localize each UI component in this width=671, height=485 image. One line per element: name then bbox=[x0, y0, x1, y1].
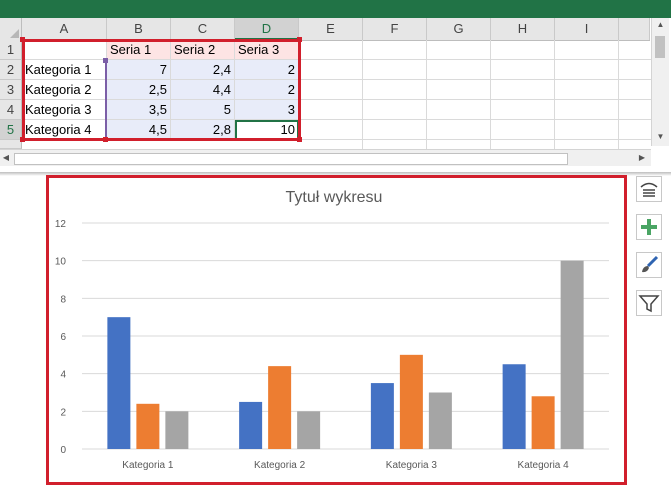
x-category-label: Kategoria 4 bbox=[518, 460, 570, 471]
row-header-2[interactable]: 2 bbox=[0, 60, 22, 80]
cell-a4[interactable]: Kategoria 3 bbox=[22, 100, 107, 120]
cell-a1[interactable] bbox=[22, 40, 107, 60]
y-tick-label: 2 bbox=[60, 407, 66, 418]
chart-elements-icon bbox=[641, 219, 657, 235]
horizontal-scroll-thumb[interactable] bbox=[14, 153, 568, 165]
series-handle-bottom[interactable] bbox=[103, 137, 108, 142]
x-category-label: Kategoria 1 bbox=[122, 460, 174, 471]
bar-chart[interactable]: Tytuł wykresu 0 2 4 6 8 10 12 Kategoria 1 Katego… bbox=[49, 178, 624, 480]
column-header-a[interactable]: A bbox=[22, 18, 107, 40]
bar-series-3-cat-3[interactable] bbox=[428, 392, 452, 450]
vertical-scrollbar[interactable]: ▲ ▼ bbox=[651, 18, 669, 146]
chart-elements-button[interactable] bbox=[636, 214, 662, 240]
spreadsheet-grid: A B C D E F G H I 1 2 3 4 5 Seria 1 Seri… bbox=[0, 18, 671, 172]
bar-series-3-cat-1[interactable] bbox=[165, 411, 189, 449]
range-handle-top-right[interactable] bbox=[297, 37, 302, 42]
cell-d3[interactable]: 2 bbox=[235, 80, 299, 100]
column-header-e[interactable]: E bbox=[299, 18, 363, 40]
cell-b4[interactable]: 3,5 bbox=[107, 100, 171, 120]
row-header-5[interactable]: 5 bbox=[0, 120, 22, 140]
cell-d1[interactable]: Seria 3 bbox=[235, 40, 299, 60]
x-category-label: Kategoria 2 bbox=[254, 460, 306, 471]
chart-filters-button[interactable] bbox=[636, 290, 662, 316]
bar-series-1-cat-1[interactable] bbox=[107, 317, 131, 449]
cell-c4[interactable]: 5 bbox=[171, 100, 235, 120]
y-tick-label: 12 bbox=[55, 219, 67, 230]
y-tick-label: 10 bbox=[55, 257, 67, 268]
bar-series-2-cat-1[interactable] bbox=[136, 403, 160, 449]
bar-series-3-cat-4[interactable] bbox=[560, 260, 584, 449]
cell-a5[interactable]: Kategoria 4 bbox=[22, 120, 107, 140]
scroll-up-icon[interactable]: ▲ bbox=[652, 20, 669, 29]
scroll-left-icon[interactable]: ◀ bbox=[0, 153, 12, 162]
empty-grid bbox=[299, 40, 651, 149]
cell-c1[interactable]: Seria 2 bbox=[171, 40, 235, 60]
cell-c5[interactable]: 2,8 bbox=[171, 120, 235, 140]
cell-b5[interactable]: 4,5 bbox=[107, 120, 171, 140]
cell-b2[interactable]: 7 bbox=[107, 60, 171, 80]
series-handle-top[interactable] bbox=[103, 58, 108, 63]
column-header-bar: A B C D E F G H I bbox=[0, 18, 650, 41]
bar-series-1-cat-2[interactable] bbox=[239, 401, 263, 449]
category-range-border bbox=[105, 59, 107, 139]
ribbon-strip bbox=[0, 0, 671, 18]
bar-series-1-cat-3[interactable] bbox=[370, 383, 394, 449]
select-all-corner[interactable] bbox=[0, 18, 22, 40]
y-tick-label: 0 bbox=[60, 445, 66, 456]
row-header-1[interactable]: 1 bbox=[0, 40, 22, 60]
column-header-c[interactable]: C bbox=[171, 18, 235, 40]
column-header-i[interactable]: I bbox=[555, 18, 619, 40]
y-tick-label: 8 bbox=[60, 294, 66, 305]
chart-styles-icon bbox=[642, 255, 659, 273]
cell-d5-active[interactable]: 10 bbox=[235, 120, 299, 140]
bar-series-3-cat-2[interactable] bbox=[297, 411, 321, 449]
x-category-label: Kategoria 3 bbox=[386, 460, 438, 471]
chart-styles-button[interactable] bbox=[636, 252, 662, 278]
column-header-h[interactable]: H bbox=[491, 18, 555, 40]
layout-options-button[interactable] bbox=[636, 176, 662, 202]
bar-series-1-cat-4[interactable] bbox=[502, 364, 526, 449]
chart-area[interactable]: Tytuł wykresu 0 2 4 6 8 10 12 Kategoria 1 Katego… bbox=[49, 178, 624, 480]
cell-b3[interactable]: 2,5 bbox=[107, 80, 171, 100]
cell-c3[interactable]: 4,4 bbox=[171, 80, 235, 100]
vertical-scroll-thumb[interactable] bbox=[655, 36, 665, 58]
cell-d4[interactable]: 3 bbox=[235, 100, 299, 120]
layout-options-icon bbox=[640, 182, 658, 197]
cell-b1[interactable]: Seria 1 bbox=[107, 40, 171, 60]
horizontal-scrollbar[interactable]: ◀ ▶ bbox=[0, 149, 651, 166]
cell-a3[interactable]: Kategoria 2 bbox=[22, 80, 107, 100]
cell-c2[interactable]: 2,4 bbox=[171, 60, 235, 80]
cell-a2[interactable]: Kategoria 1 bbox=[22, 60, 107, 80]
column-header-d[interactable]: D bbox=[235, 18, 299, 40]
column-header-b[interactable]: B bbox=[107, 18, 171, 40]
bar-series-2-cat-3[interactable] bbox=[399, 354, 423, 449]
bar-series-2-cat-2[interactable] bbox=[268, 366, 292, 449]
column-header-g[interactable]: G bbox=[427, 18, 491, 40]
scroll-down-icon[interactable]: ▼ bbox=[652, 132, 669, 141]
cell-d2[interactable]: 2 bbox=[235, 60, 299, 80]
bar-series-2-cat-4[interactable] bbox=[531, 396, 555, 449]
range-handle-bottom-right[interactable] bbox=[297, 137, 302, 142]
y-tick-label: 6 bbox=[60, 332, 66, 343]
column-header-j[interactable] bbox=[619, 18, 650, 40]
column-header-f[interactable]: F bbox=[363, 18, 427, 40]
chart-title[interactable]: Tytuł wykresu bbox=[286, 189, 383, 206]
row-header-3[interactable]: 3 bbox=[0, 80, 22, 100]
y-tick-label: 4 bbox=[60, 370, 66, 381]
range-handle-top-left[interactable] bbox=[20, 37, 25, 42]
range-handle-bottom-left[interactable] bbox=[20, 137, 25, 142]
scroll-right-icon[interactable]: ▶ bbox=[635, 153, 649, 162]
row-header-6[interactable] bbox=[0, 140, 22, 149]
row-header-4[interactable]: 4 bbox=[0, 100, 22, 120]
chart-filters-icon bbox=[638, 295, 660, 313]
